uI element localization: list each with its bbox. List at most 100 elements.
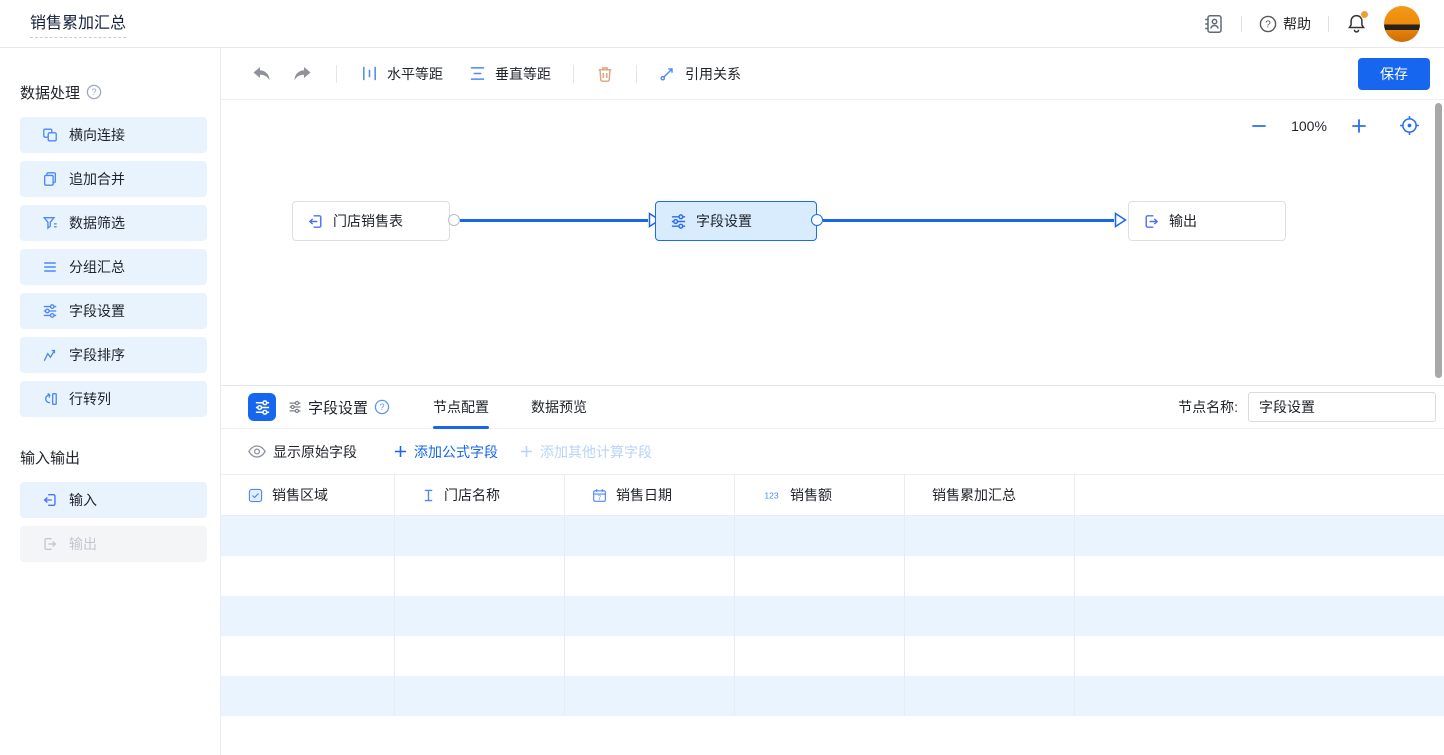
flow-node-source-table[interactable]: 门店销售表 <box>292 201 450 241</box>
topbar: 销售累加汇总 ? 帮助 <box>0 0 1444 48</box>
undo-icon[interactable] <box>252 66 271 82</box>
divider <box>573 65 574 83</box>
notification-bell-icon[interactable] <box>1346 13 1367 34</box>
sidebar-item-label: 行转列 <box>69 389 111 409</box>
redo-icon[interactable] <box>293 66 312 82</box>
sidebar-item-label: 横向连接 <box>69 125 125 145</box>
add-formula-field-button[interactable]: 添加公式字段 <box>394 442 498 462</box>
node-name-input[interactable] <box>1248 392 1436 422</box>
edge-input-to-fieldsettings <box>460 219 648 222</box>
plus-icon <box>394 445 407 458</box>
horizontal-align-label: 水平等距 <box>387 64 443 84</box>
sidebar-item-field-sort[interactable]: 字段排序 <box>20 337 207 373</box>
divider <box>1241 16 1242 32</box>
sidebar-item-label: 字段设置 <box>69 301 125 321</box>
column-header-sales-amount[interactable]: 123 销售额 <box>735 475 905 515</box>
add-formula-field-label: 添加公式字段 <box>414 442 498 462</box>
add-other-calc-field-button: 添加其他计算字段 <box>520 442 652 462</box>
panel-actions: 显示原始字段 添加公式字段 添加其他计算字段 <box>221 429 1444 474</box>
help-icon: ? <box>1259 15 1277 33</box>
page-title[interactable]: 销售累加汇总 <box>30 9 126 38</box>
table-row <box>221 556 1444 596</box>
horizontal-align-button[interactable]: 水平等距 <box>361 64 443 84</box>
tab-node-config[interactable]: 节点配置 <box>433 386 489 429</box>
table-row <box>221 676 1444 716</box>
flow-canvas[interactable]: 100% <box>221 100 1444 385</box>
flow-node-label: 门店销售表 <box>333 211 403 231</box>
svg-text:123: 123 <box>764 490 779 500</box>
column-header-sales-running-total[interactable]: 销售累加汇总 <box>905 475 1075 515</box>
flow-node-label: 字段设置 <box>696 211 752 231</box>
sidebar: 数据处理 ? 横向连接 追加合并 数据筛选 <box>0 48 221 755</box>
flow-node-output[interactable]: 输出 <box>1128 201 1286 241</box>
flow-node-field-settings[interactable]: 字段设置 <box>655 201 817 241</box>
column-header-label: 销售额 <box>790 485 832 505</box>
sidebar-item-horizontal-join[interactable]: 横向连接 <box>20 117 207 153</box>
canvas-scrollbar[interactable] <box>1435 103 1442 378</box>
column-header-store-name[interactable]: 门店名称 <box>395 475 565 515</box>
sidebar-item-append-merge[interactable]: 追加合并 <box>20 161 207 197</box>
avatar[interactable] <box>1384 6 1420 42</box>
row-to-column-icon <box>42 391 58 407</box>
sidebar-item-label: 输出 <box>69 534 97 554</box>
sidebar-item-row-to-column[interactable]: 行转列 <box>20 381 207 417</box>
sidebar-item-data-filter[interactable]: 数据筛选 <box>20 205 207 241</box>
text-field-icon <box>422 488 435 503</box>
section-title-input-output: 输入输出 <box>0 447 220 467</box>
sidebar-item-label: 分组汇总 <box>69 257 125 277</box>
column-header-label: 销售累加汇总 <box>932 485 1016 505</box>
delete-node-icon[interactable] <box>596 65 614 83</box>
output-port[interactable] <box>448 214 460 226</box>
section-help-icon[interactable]: ? <box>86 84 102 100</box>
add-other-calc-field-label: 添加其他计算字段 <box>540 442 652 462</box>
zoom-out-icon[interactable] <box>1250 117 1268 135</box>
show-original-fields-button[interactable]: 显示原始字段 <box>248 442 357 462</box>
sidebar-item-input[interactable]: 输入 <box>20 482 207 518</box>
tab-data-preview[interactable]: 数据预览 <box>531 386 587 429</box>
reference-relation-button[interactable]: 引用关系 <box>659 64 741 84</box>
output-icon <box>1143 213 1160 230</box>
panel-help-icon[interactable]: ? <box>374 399 390 415</box>
panel-title-label: 字段设置 <box>308 397 368 418</box>
input-icon <box>307 213 324 230</box>
help-label: 帮助 <box>1283 14 1311 34</box>
save-button[interactable]: 保存 <box>1358 58 1430 90</box>
number-field-icon: 123 <box>762 489 781 501</box>
plus-icon <box>520 445 533 458</box>
help-button[interactable]: ? 帮助 <box>1259 14 1311 34</box>
contacts-icon[interactable] <box>1202 13 1224 35</box>
panel-tabs: 节点配置 数据预览 <box>412 386 608 429</box>
panel-title: 字段设置 ? <box>288 397 390 418</box>
sidebar-item-group-summary[interactable]: 分组汇总 <box>20 249 207 285</box>
table-row <box>221 516 1444 556</box>
zoom-in-icon[interactable] <box>1350 117 1368 135</box>
column-header-label: 销售区域 <box>272 485 328 505</box>
sidebar-item-label: 数据筛选 <box>69 213 125 233</box>
sidebar-item-label: 字段排序 <box>69 345 125 365</box>
column-header-sales-date[interactable]: 7 销售日期 <box>565 475 735 515</box>
node-name-group: 节点名称: <box>1178 392 1436 422</box>
svg-text:?: ? <box>92 87 97 97</box>
node-name-label: 节点名称: <box>1178 397 1238 417</box>
divider <box>636 65 637 83</box>
field-settings-icon <box>288 400 302 414</box>
section-title-data-processing: 数据处理 ? <box>0 82 220 102</box>
append-merge-icon <box>42 171 58 187</box>
eye-icon <box>248 445 266 458</box>
table-row <box>221 636 1444 676</box>
reference-relation-icon <box>659 65 676 82</box>
sidebar-item-label: 追加合并 <box>69 169 125 189</box>
node-config-panel: 字段设置 ? 节点配置 数据预览 节点名称: <box>221 385 1444 755</box>
sidebar-item-field-settings[interactable]: 字段设置 <box>20 293 207 329</box>
column-header-sales-region[interactable]: 销售区域 <box>221 475 395 515</box>
fit-view-icon[interactable] <box>1399 115 1420 136</box>
fields-table-header: 销售区域 门店名称 7 销售日期 <box>221 474 1444 516</box>
output-port[interactable] <box>811 214 823 226</box>
field-sort-icon <box>42 347 58 363</box>
column-header-label: 销售日期 <box>616 485 672 505</box>
vertical-align-button[interactable]: 垂直等距 <box>469 64 551 84</box>
table-row <box>221 596 1444 636</box>
flow-node-label: 输出 <box>1169 211 1197 231</box>
column-header-label: 门店名称 <box>444 485 500 505</box>
vertical-align-label: 垂直等距 <box>495 64 551 84</box>
